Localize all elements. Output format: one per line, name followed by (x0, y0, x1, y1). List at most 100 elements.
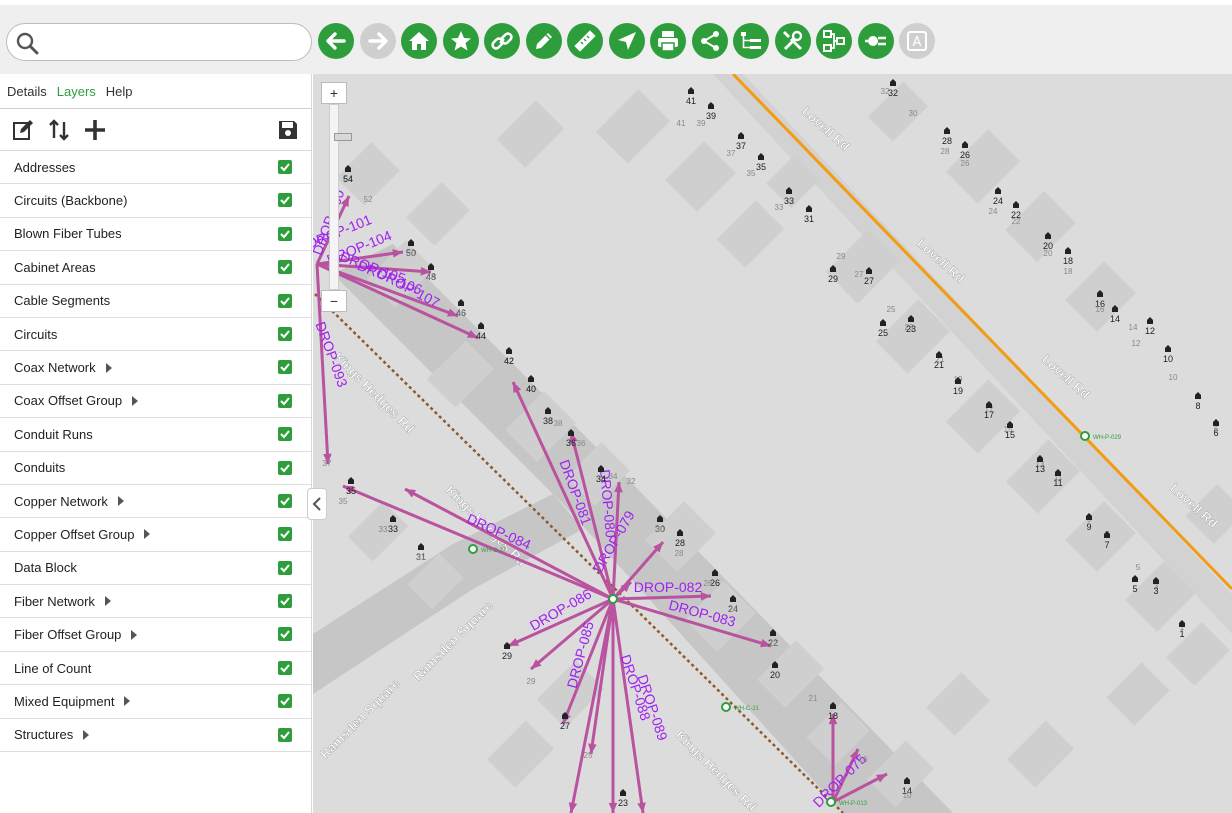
layer-visibility-checkbox[interactable] (278, 427, 292, 442)
zoom-out-button[interactable]: − (321, 290, 347, 312)
house-marker-icon (708, 102, 714, 109)
layer-visibility-checkbox[interactable] (278, 226, 292, 241)
layer-visibility-checkbox[interactable] (278, 493, 292, 508)
map-canvas[interactable]: Lovell RdLovell RdLovell RdLovell RdKing… (313, 74, 1232, 813)
house-number: 15 (1005, 430, 1015, 440)
layer-label: Coax Network (14, 360, 96, 376)
search-input[interactable] (47, 29, 302, 55)
print-button[interactable] (650, 23, 686, 59)
expand-arrow-icon[interactable] (83, 729, 90, 740)
layer-visibility-checkbox[interactable] (278, 594, 292, 609)
forward-button[interactable] (359, 23, 396, 59)
house-number: 8 (1195, 401, 1200, 411)
navigate-button[interactable] (608, 23, 645, 59)
node-marker (721, 702, 731, 712)
layer-label: Structures (14, 727, 74, 743)
expand-arrow-icon[interactable] (132, 395, 139, 406)
tab-details[interactable]: Details (7, 84, 47, 99)
layer-visibility-checkbox[interactable] (278, 360, 292, 375)
layer-visibility-checkbox[interactable] (278, 326, 292, 341)
zoom-slider[interactable] (329, 104, 352, 290)
layer-row[interactable]: Circuits (0, 318, 311, 352)
layer-row[interactable]: Conduits (0, 452, 311, 485)
network-button[interactable] (816, 23, 852, 59)
tab-layers[interactable]: Layers (57, 84, 96, 99)
house-number: 27 (855, 270, 864, 279)
share-button[interactable] (691, 23, 728, 59)
layer-visibility-checkbox[interactable] (278, 293, 292, 308)
link-icon (491, 32, 513, 50)
layer-visibility-checkbox[interactable] (278, 694, 292, 709)
expand-arrow-icon[interactable] (105, 362, 112, 373)
house-number: 32 (888, 88, 898, 98)
layer-visibility-checkbox[interactable] (278, 393, 292, 408)
house-number: 14 (1129, 323, 1138, 332)
layer-visibility-checkbox[interactable] (278, 260, 292, 275)
house-marker-icon (348, 477, 354, 484)
measure-button[interactable] (567, 23, 603, 59)
layer-visibility-checkbox[interactable] (278, 460, 292, 475)
layer-visibility-checkbox[interactable] (278, 160, 292, 174)
zoom-slider-thumb[interactable] (334, 132, 352, 141)
layer-row[interactable]: Addresses (0, 151, 311, 185)
house-marker-icon (995, 187, 1001, 194)
collapse-panel-button[interactable] (307, 488, 327, 520)
layer-row[interactable]: Conduit Runs (0, 418, 311, 452)
layer-row[interactable]: Cable Segments (0, 285, 311, 318)
house-number: 50 (407, 249, 416, 258)
building (496, 100, 565, 168)
link-button[interactable] (484, 23, 520, 59)
layer-label: Conduits (14, 460, 66, 476)
layer-row[interactable]: Line of Count (0, 652, 311, 686)
layer-visibility-checkbox[interactable] (278, 660, 292, 675)
layer-row[interactable]: Blown Fiber Tubes (0, 218, 311, 252)
chevron-left-icon (312, 497, 321, 511)
edit-layers-icon[interactable] (11, 118, 35, 142)
house-number: 16 (1096, 305, 1105, 314)
add-layer-icon[interactable] (83, 118, 107, 142)
house-number: 37 (727, 149, 736, 158)
save-icon[interactable] (276, 118, 300, 142)
layer-row[interactable]: Coax Network (0, 351, 311, 385)
layer-row[interactable]: Copper Offset Group (0, 518, 311, 552)
tree-button[interactable] (733, 23, 769, 59)
favorites-button[interactable] (442, 23, 479, 59)
expand-arrow-icon[interactable] (144, 529, 151, 540)
layer-row[interactable]: Fiber Offset Group (0, 618, 311, 652)
layer-row[interactable]: Structures (0, 719, 311, 753)
sort-icon[interactable] (47, 118, 71, 142)
map-view[interactable]: Lovell Rd Lovell Rd Lovell Rd Lovell Rd King… (313, 74, 1232, 813)
house-number: 33 (775, 203, 784, 212)
expand-arrow-icon[interactable] (117, 496, 124, 507)
house-number: 12 (1145, 326, 1155, 336)
layer-row[interactable]: Data Block (0, 552, 311, 586)
zoom-in-button[interactable]: + (321, 82, 347, 104)
edit-button[interactable] (525, 23, 562, 59)
home-button[interactable] (401, 23, 437, 59)
house-marker-icon (408, 239, 414, 246)
tab-help[interactable]: Help (106, 84, 133, 99)
connect-button[interactable] (857, 23, 894, 59)
layer-row[interactable]: Copper Network (0, 485, 311, 519)
layer-row[interactable]: Circuits (Backbone) (0, 184, 311, 218)
layer-visibility-checkbox[interactable] (278, 193, 292, 208)
back-button[interactable] (318, 23, 354, 59)
layer-visibility-checkbox[interactable] (278, 527, 292, 542)
annotate-button[interactable]: A (899, 23, 935, 59)
house-number: 42 (504, 356, 514, 366)
tools-button[interactable] (774, 23, 811, 59)
layer-visibility-checkbox[interactable] (278, 560, 292, 575)
expand-arrow-icon[interactable] (124, 696, 131, 707)
search-box[interactable] (6, 23, 312, 61)
expand-arrow-icon[interactable] (131, 629, 138, 640)
duct-line (314, 293, 844, 813)
layer-visibility-checkbox[interactable] (278, 727, 292, 742)
layer-row[interactable]: Coax Offset Group (0, 385, 311, 419)
layer-row[interactable]: Cabinet Areas (0, 251, 311, 285)
layer-label: Fiber Network (14, 593, 95, 609)
house-marker-icon (738, 132, 744, 139)
layer-visibility-checkbox[interactable] (278, 627, 292, 642)
layer-row[interactable]: Fiber Network (0, 585, 311, 619)
expand-arrow-icon[interactable] (104, 596, 111, 607)
layer-row[interactable]: Mixed Equipment (0, 685, 311, 719)
